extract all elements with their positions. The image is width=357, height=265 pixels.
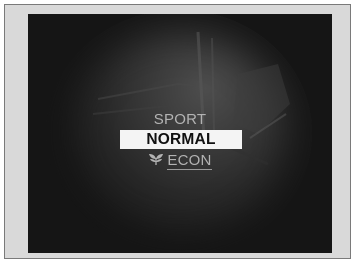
- menu-item-label: NORMAL: [146, 131, 216, 148]
- drive-mode-menu: SPORT NORMAL ECON: [28, 14, 332, 253]
- illustration-frame: SPORT NORMAL ECON: [4, 4, 351, 259]
- menu-item-normal-selected[interactable]: NORMAL: [120, 130, 242, 149]
- menu-item-label: SPORT: [153, 111, 207, 128]
- menu-item-label: ECON: [167, 152, 212, 170]
- camera-display-screen: SPORT NORMAL ECON: [28, 14, 332, 253]
- menu-item-econ[interactable]: ECON: [28, 152, 332, 170]
- menu-item-sport[interactable]: SPORT: [28, 111, 332, 129]
- leaf-icon: [148, 153, 164, 166]
